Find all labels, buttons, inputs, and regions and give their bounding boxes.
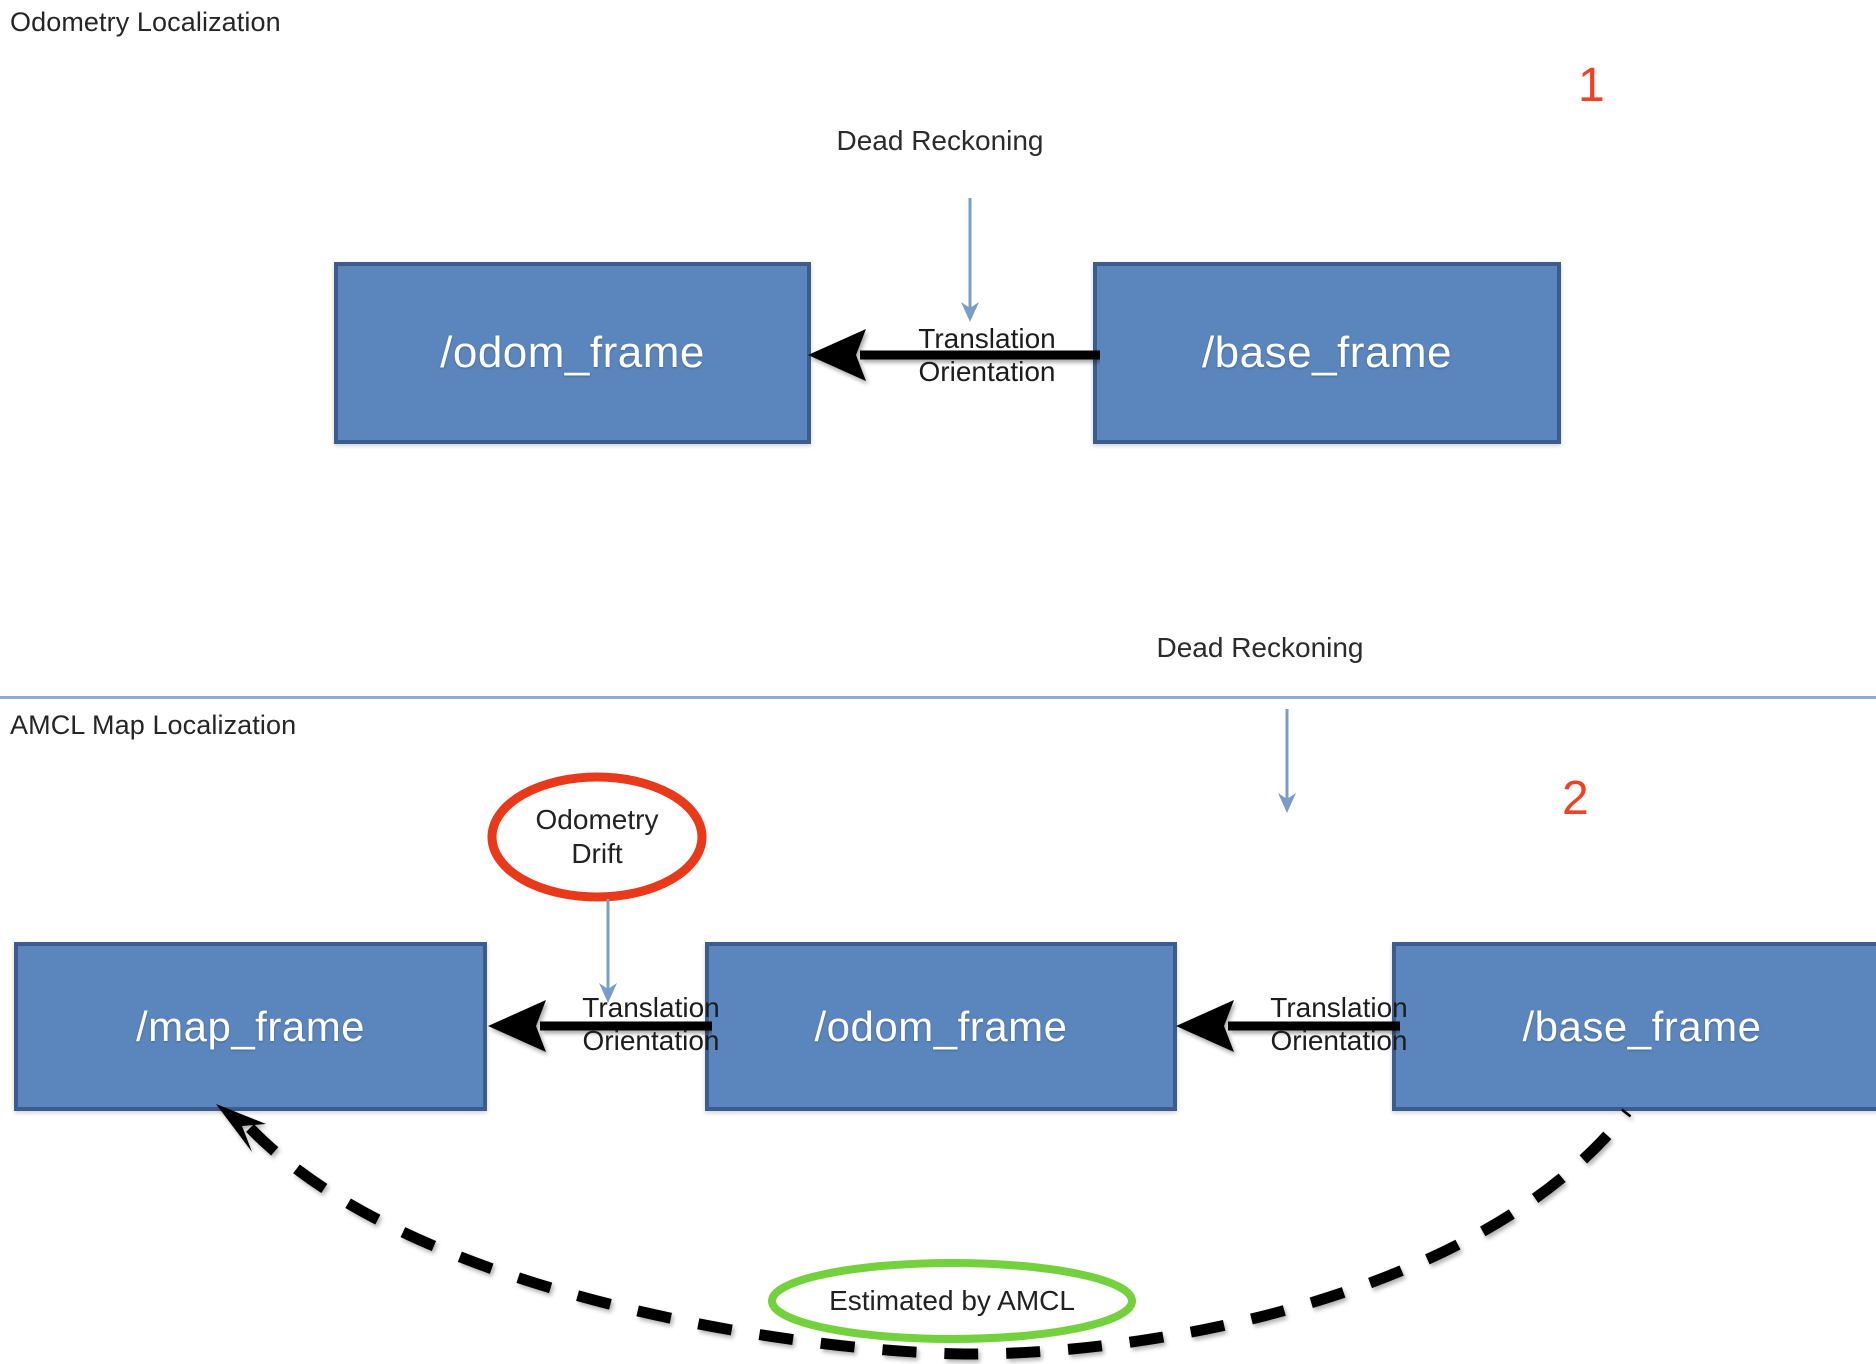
- step-number-1: 1: [1578, 59, 1605, 112]
- transform-label-line-2: Orientation: [582, 1025, 720, 1057]
- panel-amcl-map-localization: AMCL Map Localization 2 Odometry Drift D…: [0, 632, 1876, 1360]
- frame-box-base-frame-p2[interactable]: /base_frame: [1392, 942, 1876, 1111]
- frame-box-label: /map_frame: [135, 1002, 366, 1050]
- callout-estimated-by-amcl[interactable]: Estimated by AMCL: [766, 1258, 1138, 1344]
- annotation-dead-reckoning-p1: Dead Reckoning: [820, 124, 1060, 158]
- transform-label-line-1: Translation: [1270, 992, 1408, 1023]
- panel-title-odometry: Odometry Localization: [10, 7, 281, 37]
- frame-box-label: /base_frame: [1522, 1002, 1762, 1050]
- panel-title-amcl: AMCL Map Localization: [10, 710, 297, 740]
- annotation-line-2: Reckoning: [911, 125, 1044, 156]
- frame-box-base-frame-p1[interactable]: /base_frame: [1093, 262, 1561, 444]
- transform-label-base-to-odom-p2: Translation Orientation: [1214, 991, 1464, 1057]
- annotation-line-1: Dead: [836, 125, 904, 156]
- panel-odometry-localization: Odometry Localization 1 Dead Reckoning /…: [0, 0, 1876, 697]
- transform-label-odom-to-map: Translation Orientation: [526, 991, 776, 1057]
- step-number-2: 2: [1562, 772, 1589, 825]
- annotation-line-1: Dead: [1156, 632, 1224, 663]
- frame-box-label: /odom_frame: [814, 1002, 1068, 1050]
- frame-box-label: /base_frame: [1201, 328, 1453, 377]
- frame-box-odom-frame-p1[interactable]: /odom_frame: [334, 262, 811, 444]
- dead-reckoning-pointer-icon-p1: [961, 198, 979, 322]
- dead-reckoning-pointer-icon-p2: [1278, 709, 1296, 813]
- red-ellipse-icon: [487, 772, 707, 902]
- annotation-dead-reckoning-p2: Dead Reckoning: [1140, 631, 1380, 665]
- transform-label-line-2: Orientation: [918, 356, 1056, 388]
- transform-label-line-1: Translation: [582, 992, 720, 1023]
- transform-label-base-to-odom-p1: Translation Orientation: [862, 322, 1112, 388]
- callout-odometry-drift[interactable]: Odometry Drift: [486, 770, 708, 904]
- frame-box-label: /odom_frame: [440, 328, 705, 377]
- green-ellipse-icon: [768, 1259, 1136, 1343]
- annotation-line-2: Reckoning: [1231, 632, 1364, 663]
- transform-label-line-1: Translation: [918, 323, 1056, 354]
- frame-box-map-frame[interactable]: /map_frame: [14, 942, 487, 1111]
- transform-label-line-2: Orientation: [1270, 1025, 1408, 1057]
